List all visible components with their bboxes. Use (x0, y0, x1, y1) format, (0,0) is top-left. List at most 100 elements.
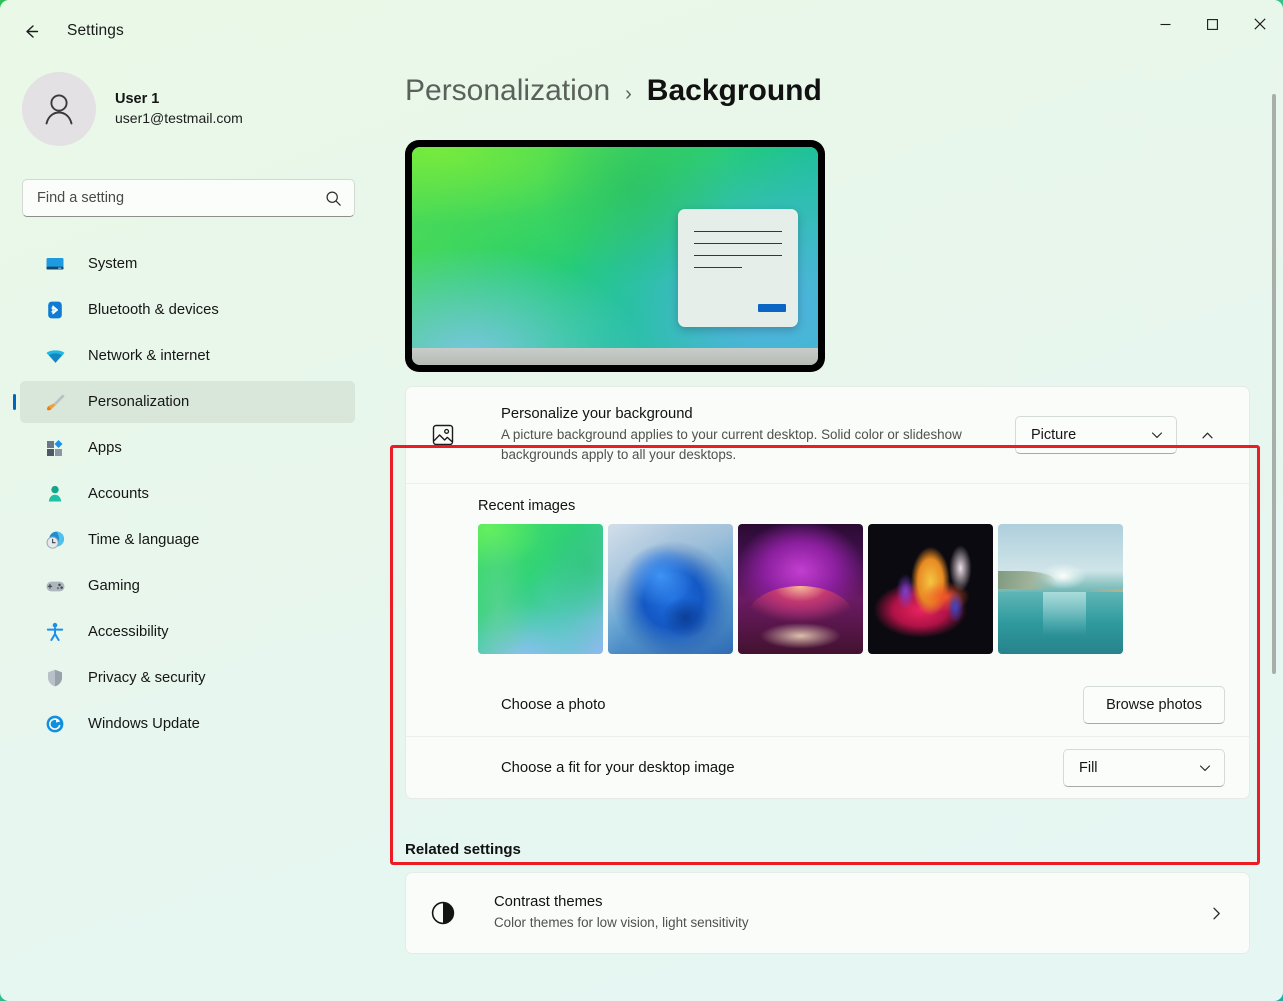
accessibility-icon (44, 621, 66, 643)
preview-mock-dialog (678, 209, 798, 327)
contrast-themes-row[interactable]: Contrast themes Color themes for low vis… (406, 873, 1249, 953)
preview-taskbar (412, 348, 818, 365)
contrast-themes-texts: Contrast themes Color themes for low vis… (494, 894, 1208, 932)
recent-images-row: Recent images (406, 483, 1249, 674)
account-text: User 1 user1@testmail.com (115, 90, 243, 128)
contrast-icon (430, 900, 456, 926)
sidebar-item-label: Privacy & security (88, 670, 206, 686)
search-box[interactable] (22, 179, 355, 217)
paintbrush-icon (44, 391, 66, 413)
personalize-background-description: A picture background applies to your cur… (501, 427, 962, 462)
page-title: Background (646, 74, 822, 107)
breadcrumb-separator-icon: › (625, 83, 632, 105)
sidebar-item-accounts[interactable]: Accounts (20, 473, 355, 515)
sidebar-item-label: Bluetooth & devices (88, 302, 219, 318)
image-icon (430, 423, 456, 447)
sidebar-nav: System Bluetooth & devices Network & int… (0, 243, 375, 745)
main-scrollbar[interactable] (1271, 94, 1277, 674)
personalize-background-title: Personalize your background (501, 406, 693, 423)
breadcrumb: Personalization › Background (405, 62, 1269, 134)
sidebar-item-apps[interactable]: Apps (20, 427, 355, 469)
monitor-icon (44, 253, 66, 275)
apps-icon (44, 437, 66, 459)
recent-images-label: Recent images (478, 498, 576, 514)
background-settings-card: Personalize your background A picture ba… (405, 386, 1250, 799)
sidebar-item-bluetooth-devices[interactable]: Bluetooth & devices (20, 289, 355, 331)
minimize-icon (1160, 23, 1171, 25)
desktop-preview-monitor (405, 140, 825, 372)
search-input[interactable] (37, 190, 325, 206)
chevron-right-icon (1213, 907, 1220, 919)
avatar (22, 72, 96, 146)
window-controls (1142, 0, 1283, 48)
desktop-image-fit-dropdown[interactable]: Fill (1063, 748, 1225, 787)
personalize-background-texts: Personalize your background A picture ba… (501, 406, 1015, 463)
bluetooth-icon (44, 299, 66, 321)
shield-icon (44, 667, 66, 689)
person-icon (44, 483, 66, 505)
sidebar-item-label: Time & language (88, 532, 200, 548)
back-button[interactable] (14, 14, 48, 48)
personalize-background-row: Personalize your background A picture ba… (406, 387, 1249, 483)
minimize-button[interactable] (1142, 0, 1189, 48)
clock-globe-icon (44, 529, 66, 551)
choose-photo-texts: Choose a photo (501, 697, 1083, 713)
browse-photos-button[interactable]: Browse photos (1083, 686, 1225, 724)
main-content: Personalization › Background Personalize… (375, 62, 1283, 1001)
sidebar-item-label: Personalization (88, 394, 190, 410)
recent-image-thumbnail-colorful-flower[interactable] (868, 524, 993, 654)
main-scrollbar-thumb[interactable] (1272, 94, 1276, 674)
title-bar: Settings (0, 0, 1283, 62)
wifi-icon (44, 345, 66, 367)
sidebar-item-gaming[interactable]: Gaming (20, 565, 355, 607)
collapse-section-button[interactable] (1189, 417, 1225, 453)
maximize-icon (1207, 18, 1218, 30)
sidebar-item-label: Accounts (88, 486, 149, 502)
account-card[interactable]: User 1 user1@testmail.com (22, 72, 375, 146)
chevron-down-icon (1199, 764, 1211, 771)
sidebar: User 1 user1@testmail.com Find a setting… (0, 62, 375, 1001)
arrow-left-icon (25, 24, 38, 38)
search-icon (326, 190, 341, 206)
sidebar-item-label: Apps (88, 440, 122, 456)
recent-image-thumbnail-blue-bloom[interactable] (608, 524, 733, 654)
desktop-preview-screen (412, 147, 818, 365)
choose-photo-label: Choose a photo (501, 697, 606, 713)
breadcrumb-parent[interactable]: Personalization (405, 74, 610, 108)
chevron-down-icon (1151, 432, 1163, 438)
sidebar-item-time-language[interactable]: Time & language (20, 519, 355, 561)
person-avatar-icon (45, 94, 73, 125)
sidebar-item-windows-update[interactable]: Windows Update (20, 703, 355, 745)
update-icon (44, 713, 66, 735)
maximize-button[interactable] (1189, 0, 1236, 48)
sidebar-item-label: Windows Update (88, 716, 200, 732)
choose-fit-texts: Choose a fit for your desktop image (501, 760, 1063, 776)
window-body: User 1 user1@testmail.com Find a setting… (0, 62, 1283, 1001)
sidebar-item-label: Accessibility (88, 624, 169, 640)
sidebar-item-accessibility[interactable]: Accessibility (20, 611, 355, 653)
contrast-themes-title: Contrast themes (494, 893, 603, 910)
close-button[interactable] (1236, 0, 1283, 48)
gamepad-icon (44, 575, 66, 597)
account-name: User 1 (115, 91, 160, 108)
sidebar-item-personalization[interactable]: Personalization (20, 381, 355, 423)
sidebar-item-network-internet[interactable]: Network & internet (20, 335, 355, 377)
sidebar-item-system[interactable]: System (20, 243, 355, 285)
background-type-value: Picture (1031, 427, 1077, 443)
recent-image-thumbnail-green-abstract[interactable] (478, 524, 603, 654)
preview-mock-accent-button (758, 304, 786, 312)
close-icon (1253, 18, 1266, 30)
sidebar-item-label: Gaming (88, 578, 140, 594)
sidebar-item-label: Network & internet (88, 348, 210, 364)
chevron-up-icon (1201, 432, 1213, 438)
contrast-themes-description: Color themes for low vision, light sensi… (494, 914, 749, 930)
recent-image-thumbnail-purple-glow[interactable] (738, 524, 863, 654)
account-email: user1@testmail.com (115, 110, 243, 127)
desktop-image-fit-value: Fill (1079, 759, 1098, 776)
background-type-dropdown[interactable]: Picture (1015, 416, 1177, 454)
sidebar-item-privacy-security[interactable]: Privacy & security (20, 657, 355, 699)
recent-image-thumbnail-lake-sunrise[interactable] (998, 524, 1123, 654)
app-title: Settings (67, 22, 124, 39)
sidebar-item-label: System (88, 256, 138, 272)
settings-window: Settings User 1 user1@testmail.com Find … (0, 0, 1283, 1001)
